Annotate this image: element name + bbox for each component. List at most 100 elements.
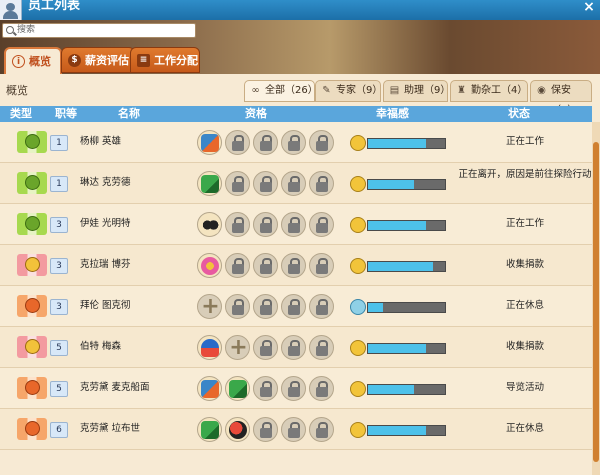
col-qualification[interactable]: 资格 <box>245 107 267 121</box>
lock-icon[interactable] <box>225 294 250 319</box>
cap-icon <box>201 339 219 357</box>
qualification-skill[interactable] <box>197 171 222 196</box>
leaf-icon <box>25 298 40 313</box>
lock-icon[interactable] <box>281 335 306 360</box>
sad-face-icon <box>350 299 366 315</box>
lock-icon[interactable] <box>253 417 278 442</box>
status-text: 正在工作 <box>505 136 544 147</box>
tent-icon <box>201 175 219 193</box>
lock-icon[interactable] <box>253 212 278 237</box>
lock-icon[interactable] <box>225 253 250 278</box>
lock-icon[interactable] <box>281 294 306 319</box>
lock-icon[interactable] <box>309 253 334 278</box>
happy-face-icon <box>350 381 366 397</box>
happy-face-icon <box>350 258 366 274</box>
lock-icon[interactable] <box>281 417 306 442</box>
lock-icon[interactable] <box>253 335 278 360</box>
qualification-skill[interactable] <box>197 253 222 278</box>
col-happiness[interactable]: 幸福感 <box>376 107 409 121</box>
happiness-fill <box>368 426 426 435</box>
lock-icon[interactable] <box>281 376 306 401</box>
tab-salary[interactable]: $ 薪资评估 <box>61 47 135 73</box>
happy-face-icon <box>350 217 366 233</box>
subtab-expert[interactable]: ✎ 专家（9） <box>315 80 382 102</box>
table-row[interactable]: 6 克劳黛 垃布世 正在休息 <box>0 409 592 450</box>
level-badge: 1 <box>50 135 68 151</box>
qualification-skill[interactable] <box>225 376 250 401</box>
lock-icon[interactable] <box>309 212 334 237</box>
qualification-skill[interactable] <box>225 417 250 442</box>
tab-overview[interactable]: i 概览 <box>4 47 62 75</box>
lock-icon[interactable] <box>281 171 306 196</box>
search-input[interactable]: 搜索 <box>2 23 196 38</box>
employee-name: 伯特 梅森 <box>80 341 122 352</box>
happiness-bar <box>367 302 446 313</box>
lock-icon[interactable] <box>309 130 334 155</box>
table-row[interactable]: 5 伯特 梅森 收集捐款 <box>0 327 592 368</box>
tab-assignment[interactable]: ≡ 工作分配 <box>130 47 200 73</box>
col-rank[interactable]: 职等 <box>55 107 77 121</box>
tab-overview-label: 概览 <box>29 55 51 68</box>
qualification-skill[interactable] <box>197 417 222 442</box>
add-qualification-icon[interactable] <box>197 294 223 320</box>
lock-icon[interactable] <box>253 294 278 319</box>
assistant-icon: ▤ <box>389 85 400 96</box>
subtab-janitor[interactable]: ♜ 勤杂工（4） <box>450 80 528 102</box>
table-row[interactable]: 5 克劳黛 麦克船面 导览活动 <box>0 368 592 409</box>
subtab-assistant-label: 助理（9） <box>404 85 451 96</box>
lock-icon[interactable] <box>225 171 250 196</box>
lock-icon[interactable] <box>225 212 250 237</box>
table-row[interactable]: 3 克拉瑞 博芬 收集捐款 <box>0 245 592 286</box>
subtab-assistant[interactable]: ▤ 助理（9） <box>383 80 451 102</box>
plant-icon <box>25 216 40 231</box>
lock-icon[interactable] <box>253 376 278 401</box>
col-type[interactable]: 类型 <box>10 107 32 121</box>
happy-face-icon <box>350 176 366 192</box>
table-row[interactable]: 3 拜伦 图克彻 正在休息 <box>0 286 592 327</box>
level-badge: 3 <box>50 217 68 233</box>
subtab-security[interactable]: ◉保安（4） <box>530 80 592 116</box>
table-row[interactable]: 1 琳达 克劳德 正在离开，原因是前往探险行动 <box>0 163 592 204</box>
happiness-bar <box>367 261 446 272</box>
lock-icon[interactable] <box>309 417 334 442</box>
lock-icon[interactable] <box>253 253 278 278</box>
table-row[interactable]: 3 伊娃 光明特 正在工作 <box>0 204 592 245</box>
add-qualification-icon[interactable] <box>225 335 251 361</box>
lock-icon[interactable] <box>281 253 306 278</box>
lock-icon[interactable] <box>281 130 306 155</box>
qualification-skill[interactable] <box>197 376 222 401</box>
happy-face-icon <box>350 422 366 438</box>
smiley-badge-icon <box>25 339 40 354</box>
qualification-skill[interactable] <box>197 335 222 360</box>
lock-icon[interactable] <box>225 130 250 155</box>
table-row[interactable]: 1 杨柳 英雄 正在工作 <box>0 122 592 163</box>
lock-icon[interactable] <box>309 335 334 360</box>
lock-icon[interactable] <box>309 171 334 196</box>
lock-icon[interactable] <box>253 171 278 196</box>
level-badge: 5 <box>50 381 68 397</box>
happiness-fill <box>368 262 434 271</box>
assignment-icon: ≡ <box>137 54 150 67</box>
scrollbar[interactable] <box>592 122 600 475</box>
lock-icon[interactable] <box>281 212 306 237</box>
expert-icon: ✎ <box>322 85 331 96</box>
lock-icon[interactable] <box>309 376 334 401</box>
employee-name: 拜伦 图克彻 <box>80 300 131 311</box>
level-badge: 3 <box>50 258 68 274</box>
search-placeholder: 搜索 <box>17 25 36 35</box>
security-icon: ◉ <box>537 85 546 96</box>
infinity-icon: ∞ <box>251 85 260 96</box>
col-status[interactable]: 状态 <box>508 107 530 121</box>
qualification-skill[interactable] <box>197 130 222 155</box>
status-text: 导览活动 <box>505 382 544 393</box>
employee-name: 伊娃 光明特 <box>80 218 131 229</box>
type-badge <box>17 418 47 440</box>
lock-icon[interactable] <box>253 130 278 155</box>
subtab-all[interactable]: ∞ 全部（26） <box>244 80 318 102</box>
panel-title: 概览 <box>6 84 28 97</box>
qualification-skill[interactable] <box>197 212 222 237</box>
lock-icon[interactable] <box>309 294 334 319</box>
close-button[interactable]: × <box>580 0 598 16</box>
scrollbar-thumb[interactable] <box>593 142 599 462</box>
col-name[interactable]: 名称 <box>118 107 140 121</box>
